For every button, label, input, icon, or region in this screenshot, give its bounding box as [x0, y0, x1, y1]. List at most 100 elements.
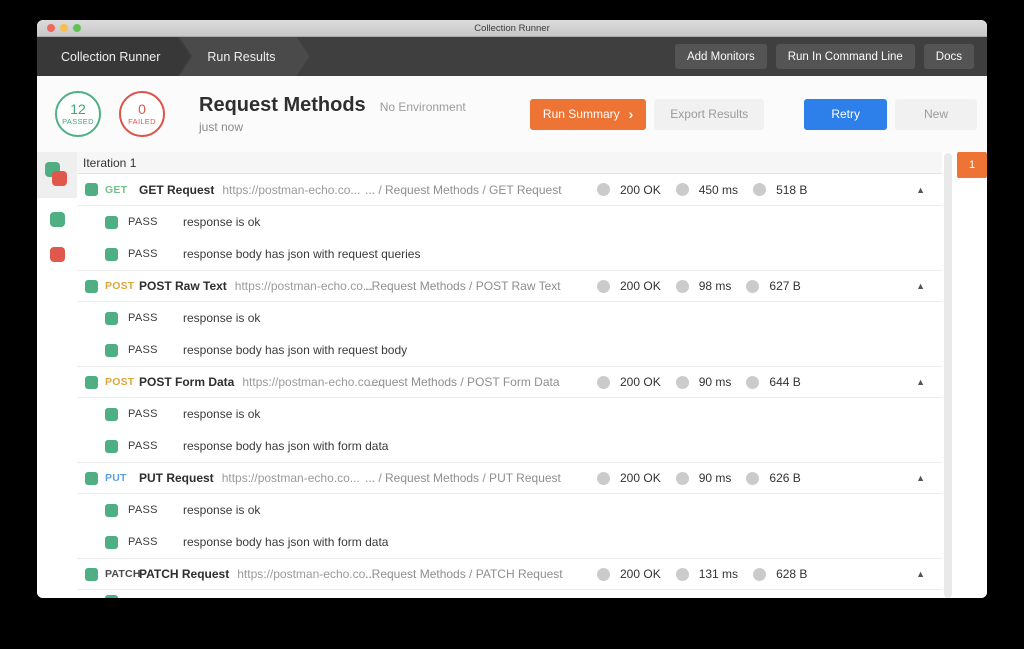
test-description: response is ok	[183, 503, 260, 517]
test-pass-label: PASS	[128, 344, 183, 356]
status-dot-icon	[597, 280, 610, 293]
test-row-partial	[77, 590, 942, 598]
pass-icon	[105, 504, 118, 517]
request-row[interactable]: PUTPUT Requesthttps://postman-echo.co...…	[77, 462, 942, 494]
iteration-badge[interactable]: 1	[957, 152, 987, 178]
failed-label: FAILED	[128, 117, 156, 126]
request-name: POST Raw Text	[139, 279, 227, 293]
request-row[interactable]: PATCHPATCH Requesthttps://postman-echo.c…	[77, 558, 942, 590]
request-path: ..Request Methods / PATCH Request	[365, 567, 563, 581]
request-row[interactable]: GETGET Request https://postman-echo.co...…	[77, 174, 942, 206]
request-method: POST	[105, 280, 139, 292]
pass-icon	[105, 595, 118, 598]
request-path: ... / Request Methods / GET Request	[365, 183, 562, 197]
request-stats: 200 OK90 ms626 B	[597, 471, 801, 485]
test-row: PASSresponse body has json with form dat…	[77, 430, 942, 462]
retry-button[interactable]: Retry	[804, 99, 887, 130]
test-row: PASSresponse body has json with request …	[77, 238, 942, 270]
status-dot-icon	[676, 568, 689, 581]
docs-button[interactable]: Docs	[924, 44, 974, 69]
results-rows: GETGET Request https://postman-echo.co...…	[77, 174, 942, 598]
status-dot-icon	[676, 376, 689, 389]
request-url: https://postman-echo.co...	[222, 183, 360, 197]
test-row: PASSresponse is ok	[77, 302, 942, 334]
status-dot-icon	[597, 568, 610, 581]
test-pass-label: PASS	[128, 312, 183, 324]
test-description: response body has json with form data	[183, 439, 388, 453]
pass-icon	[105, 344, 118, 357]
filter-passed-button[interactable]	[37, 212, 77, 227]
run-summary-button[interactable]: Run Summary ›	[530, 99, 646, 130]
results-list: Iteration 1 GETGET Request https://postma…	[77, 152, 942, 598]
time-badge: 90 ms	[676, 471, 732, 485]
filter-all-button[interactable]	[37, 152, 77, 198]
request-stats: 200 OK98 ms627 B	[597, 279, 801, 293]
status-dot-icon	[676, 280, 689, 293]
pass-icon	[105, 408, 118, 421]
collapse-arrow-icon[interactable]: ▲	[916, 281, 925, 291]
close-window-button[interactable]	[47, 24, 55, 32]
status-badge: 200 OK	[597, 183, 661, 197]
status-dot-icon	[753, 568, 766, 581]
failed-count: 0	[138, 102, 146, 117]
test-pass-label: PASS	[128, 248, 183, 260]
navbar: Collection Runner Run Results Add Monito…	[37, 37, 987, 76]
time-badge: 90 ms	[676, 375, 732, 389]
zoom-window-button[interactable]	[73, 24, 81, 32]
status-badge: 200 OK	[597, 471, 661, 485]
status-dot-icon	[597, 183, 610, 196]
request-url: https://postman-echo.co...	[222, 471, 360, 485]
test-row: PASSresponse body has json with request …	[77, 334, 942, 366]
status-badge-label: 200 OK	[620, 183, 661, 197]
pass-icon	[85, 280, 98, 293]
test-description: response body has json with form data	[183, 535, 388, 549]
add-monitors-button[interactable]: Add Monitors	[675, 44, 767, 69]
export-results-button[interactable]: Export Results	[654, 99, 764, 130]
request-row[interactable]: POSTPOST Form Datahttps://postman-echo.c…	[77, 366, 942, 398]
pass-icon	[105, 248, 118, 261]
collapse-arrow-icon[interactable]: ▲	[916, 377, 925, 387]
minimize-window-button[interactable]	[60, 24, 68, 32]
request-url: https://postman-echo.co...	[237, 567, 375, 581]
fail-icon	[52, 171, 67, 186]
time-badge-label: 98 ms	[699, 279, 732, 293]
pass-icon	[105, 216, 118, 229]
run-header: 12 PASSED 0 FAILED Request Methods No En…	[37, 76, 987, 152]
breadcrumb-collection-runner[interactable]: Collection Runner	[37, 37, 190, 76]
test-description: response is ok	[183, 215, 260, 229]
status-badge: 200 OK	[597, 375, 661, 389]
request-row[interactable]: POSTPOST Raw Texthttps://postman-echo.co…	[77, 270, 942, 302]
collapse-arrow-icon[interactable]: ▲	[916, 185, 925, 195]
time-badge: 450 ms	[676, 183, 738, 197]
filter-failed-button[interactable]	[37, 247, 77, 262]
pass-icon	[85, 472, 98, 485]
size-badge: 627 B	[746, 279, 800, 293]
request-method: GET	[105, 184, 139, 196]
time-badge-label: 90 ms	[699, 471, 732, 485]
status-badge-label: 200 OK	[620, 471, 661, 485]
chevron-right-icon: ›	[629, 107, 634, 121]
pass-icon	[105, 312, 118, 325]
pass-icon	[105, 536, 118, 549]
window-title: Collection Runner	[37, 23, 987, 34]
titlebar: Collection Runner	[37, 20, 987, 37]
run-timestamp: just now	[199, 120, 466, 134]
request-path: ..equest Methods / POST Form Data	[365, 375, 560, 389]
iteration-header: Iteration 1	[77, 152, 942, 174]
time-badge: 131 ms	[676, 567, 738, 581]
request-stats: 200 OK131 ms628 B	[597, 567, 807, 581]
test-description: response body has json with request body	[183, 343, 407, 357]
scrollbar[interactable]	[944, 153, 952, 598]
request-name: GET Request	[139, 183, 214, 197]
collapse-arrow-icon[interactable]: ▲	[916, 569, 925, 579]
size-badge-label: 627 B	[769, 279, 800, 293]
test-description: response is ok	[183, 311, 260, 325]
collapse-arrow-icon[interactable]: ▲	[916, 473, 925, 483]
test-row: PASSresponse is ok	[77, 206, 942, 238]
time-badge-label: 450 ms	[699, 183, 738, 197]
test-pass-label: PASS	[128, 216, 183, 228]
passed-label: PASSED	[62, 117, 94, 126]
breadcrumb-run-results[interactable]: Run Results	[179, 37, 309, 76]
new-button[interactable]: New	[895, 99, 977, 130]
run-in-command-line-button[interactable]: Run In Command Line	[776, 44, 915, 69]
